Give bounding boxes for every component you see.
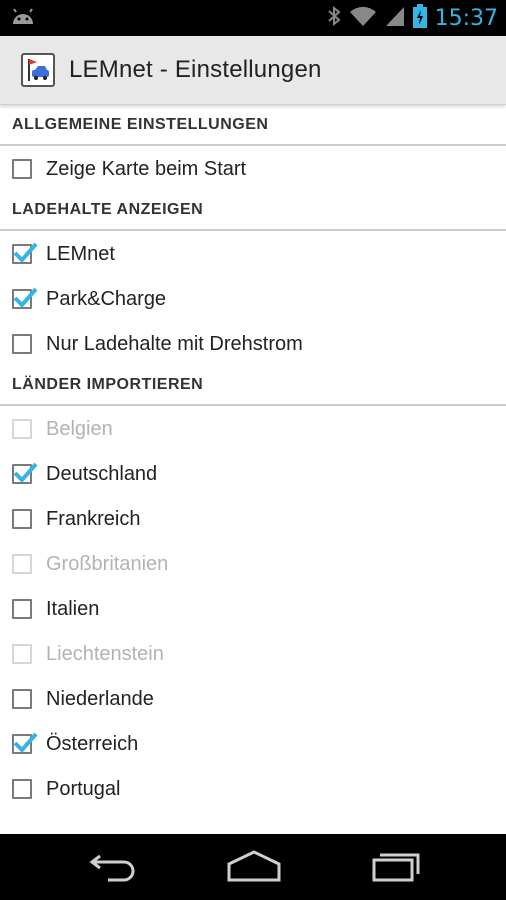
signal-icon [385, 5, 405, 32]
lemnet-app-icon[interactable] [21, 53, 55, 87]
home-icon[interactable] [226, 848, 282, 889]
checkbox-unchecked [12, 643, 32, 664]
preference-label: Deutschland [46, 462, 158, 485]
preference-label: Österreich [46, 732, 139, 755]
checkbox-preference[interactable]: Zeige Karte beim Start [0, 146, 506, 191]
checkbox-preference: Belgien [0, 406, 506, 451]
checkbox-unchecked[interactable] [12, 598, 32, 619]
preferences-list: ALLGEMEINE EINSTELLUNGEN Zeige Karte beim… [0, 106, 506, 811]
checkbox-unchecked[interactable] [12, 688, 32, 709]
checkbox-unchecked[interactable] [12, 158, 32, 179]
preference-label: Portugal [46, 777, 121, 800]
preference-label: Großbritanien [46, 552, 169, 575]
checkbox-unchecked[interactable] [12, 333, 32, 354]
checkbox-checked[interactable] [12, 462, 38, 484]
status-bar: 15:37 [0, 0, 506, 36]
checkbox-preference[interactable]: Deutschland [0, 451, 506, 496]
preference-label: Park&Charge [46, 287, 167, 310]
checkbox-unchecked[interactable] [12, 778, 32, 799]
section-header: LADEHALTE ANZEIGEN [0, 191, 506, 231]
checkbox-unchecked [12, 553, 32, 574]
checkbox-checked[interactable] [12, 732, 38, 754]
clock: 15:37 [434, 5, 498, 31]
page-title: LEMnet - Einstellungen [69, 56, 322, 83]
checkbox-preference[interactable]: Portugal [0, 766, 506, 811]
checkbox-preference[interactable]: LEMnet [0, 231, 506, 276]
preference-label: Frankreich [46, 507, 141, 530]
checkbox-unchecked [12, 418, 32, 439]
back-icon[interactable] [88, 848, 138, 889]
wifi-icon [349, 5, 377, 32]
android-icon [10, 7, 36, 32]
preference-label: Liechtenstein [46, 642, 164, 665]
action-bar: LEMnet - Einstellungen [0, 36, 506, 105]
checkbox-preference: Liechtenstein [0, 631, 506, 676]
checkbox-checked[interactable] [12, 287, 38, 309]
checkbox-preference[interactable]: Österreich [0, 721, 506, 766]
status-icons: 15:37 [327, 3, 498, 33]
checkbox-unchecked[interactable] [12, 508, 32, 529]
recent-apps-icon[interactable] [370, 848, 422, 889]
battery-charging-icon [412, 3, 427, 33]
preference-label: Belgien [46, 417, 113, 440]
checkbox-preference: Großbritanien [0, 541, 506, 586]
checkbox-preference[interactable]: Italien [0, 586, 506, 631]
section-header: LÄNDER IMPORTIEREN [0, 366, 506, 406]
checkbox-checked[interactable] [12, 242, 38, 264]
preference-label: Nur Ladehalte mit Drehstrom [46, 332, 303, 355]
preference-label: LEMnet [46, 242, 115, 265]
preference-label: Italien [46, 597, 100, 620]
checkbox-preference[interactable]: Niederlande [0, 676, 506, 721]
preference-label: Niederlande [46, 687, 154, 710]
checkbox-preference[interactable]: Nur Ladehalte mit Drehstrom [0, 321, 506, 366]
preference-label: Zeige Karte beim Start [46, 157, 247, 180]
bluetooth-icon [327, 5, 341, 32]
checkbox-preference[interactable]: Frankreich [0, 496, 506, 541]
section-header: ALLGEMEINE EINSTELLUNGEN [0, 106, 506, 146]
checkbox-preference[interactable]: Park&Charge [0, 276, 506, 321]
navigation-bar [0, 834, 506, 900]
